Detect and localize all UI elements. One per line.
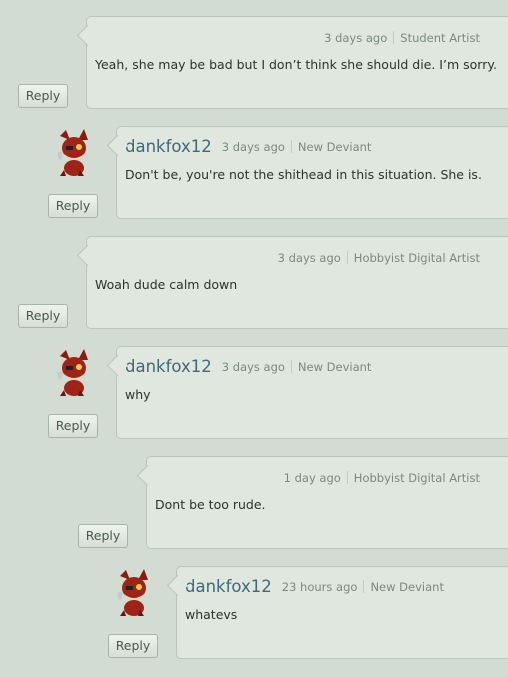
comment-bubble: dankfox12 3 days ago New Deviant Don't be,… [116, 126, 508, 219]
commenter-role: New Deviant [297, 140, 372, 154]
reply-button[interactable]: Reply [78, 524, 128, 548]
avatar-icon[interactable] [110, 568, 156, 618]
username-link[interactable]: dankfox12 [185, 577, 272, 596]
username-link[interactable]: dankfox12 [125, 137, 212, 156]
avatar-icon[interactable] [50, 348, 96, 398]
comment-text: Woah dude calm down [95, 277, 238, 292]
comment-bubble: 1 day ago Hobbyist Digital Artist Dont be… [146, 456, 508, 549]
comment-timestamp[interactable]: 3 days ago [222, 140, 285, 154]
comment-timestamp[interactable]: 3 days ago [278, 251, 341, 265]
comment-text: Dont be too rude. [155, 497, 266, 512]
reply-button[interactable]: Reply [18, 304, 68, 328]
comment-bubble: 3 days ago Student Artist Yeah, she may b… [86, 16, 508, 109]
commenter-role: Hobbyist Digital Artist [353, 251, 480, 265]
comment-meta: 3 days ago Student Artist [324, 31, 480, 45]
comment-timestamp[interactable]: 3 days ago [222, 360, 285, 374]
comment-bubble: 3 days ago Hobbyist Digital Artist Woah d… [86, 236, 508, 329]
avatar-icon[interactable] [50, 128, 96, 178]
commenter-role: New Deviant [370, 580, 444, 594]
comment-bubble: dankfox12 3 days ago New Deviant why [116, 346, 508, 439]
reply-button[interactable]: Reply [48, 414, 98, 438]
comment-meta: 3 days ago Hobbyist Digital Artist [278, 251, 480, 265]
comment-meta: dankfox12 23 hours ago New Deviant [185, 577, 444, 596]
reply-button[interactable]: Reply [18, 84, 68, 108]
comment-meta: dankfox12 3 days ago New Deviant [125, 137, 371, 156]
comment-text: whatevs [185, 607, 238, 622]
comment-text: Yeah, she may be bad but I don’t think s… [95, 57, 497, 72]
comment-meta: 1 day ago Hobbyist Digital Artist [284, 471, 480, 485]
comment-timestamp[interactable]: 1 day ago [284, 471, 341, 485]
reply-button[interactable]: Reply [108, 634, 158, 658]
comment-text: why [125, 387, 151, 402]
comment-bubble: dankfox12 23 hours ago New Deviant whatevs [176, 566, 508, 659]
reply-button[interactable]: Reply [48, 194, 98, 218]
username-link[interactable]: dankfox12 [125, 357, 212, 376]
commenter-role: New Deviant [297, 360, 372, 374]
comment-timestamp[interactable]: 23 hours ago [282, 580, 358, 594]
comment-text: Don't be, you're not the shithead in thi… [125, 167, 482, 182]
commenter-role: Hobbyist Digital Artist [353, 471, 480, 485]
comment-timestamp[interactable]: 3 days ago [324, 31, 387, 45]
commenter-role: Student Artist [400, 31, 480, 45]
comment-meta: dankfox12 3 days ago New Deviant [125, 357, 371, 376]
